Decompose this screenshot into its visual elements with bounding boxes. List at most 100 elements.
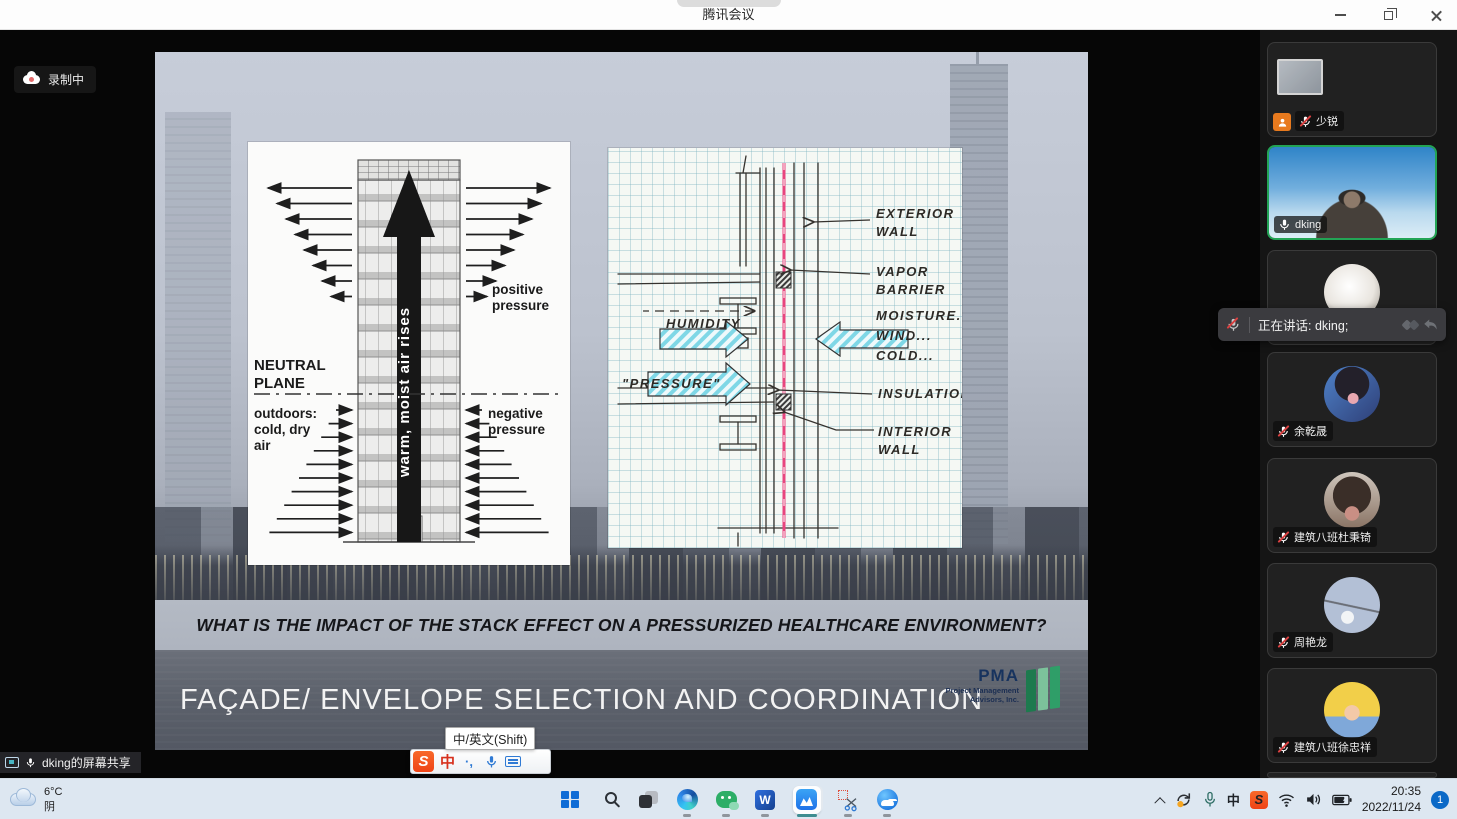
participant-tile-xuzhongxiang[interactable]: 建筑八班徐忠祥 bbox=[1267, 668, 1437, 763]
participant-name: 建筑八班徐忠祥 bbox=[1294, 739, 1371, 755]
windows-logo-icon bbox=[561, 791, 579, 809]
pma-line2: Advisors, Inc. bbox=[946, 695, 1019, 704]
speaking-toast: 正在讲话: dking; bbox=[1218, 308, 1446, 341]
avatar bbox=[1324, 682, 1380, 738]
tencent-meeting-icon bbox=[796, 789, 817, 810]
pressure-arrows bbox=[648, 321, 908, 405]
outdoors-label: air bbox=[254, 438, 271, 453]
pma-logo-bars bbox=[1026, 666, 1060, 713]
word-icon: W bbox=[755, 790, 775, 810]
browser-icon bbox=[877, 789, 898, 810]
start-button[interactable] bbox=[557, 781, 584, 819]
close-button[interactable] bbox=[1423, 4, 1449, 26]
wifi-icon[interactable] bbox=[1278, 793, 1295, 807]
battery-icon[interactable] bbox=[1332, 794, 1352, 806]
neutral-plane-label: NEUTRAL bbox=[254, 357, 326, 374]
mic-muted-icon bbox=[1277, 531, 1290, 544]
participant-video bbox=[1268, 43, 1436, 136]
participant-tile-zhouyanlong[interactable]: 周艳龙 bbox=[1267, 563, 1437, 658]
pressure-label: "PRESSURE" bbox=[622, 376, 721, 391]
outdoors-label: outdoors: bbox=[254, 406, 317, 421]
avatar bbox=[1324, 472, 1380, 528]
share-banner-text: dking的屏幕共享 bbox=[42, 754, 131, 771]
ime-tooltip: 中/英文(Shift) bbox=[445, 727, 535, 750]
insulation-label: INSULATION bbox=[878, 386, 962, 401]
humidity-label: HUMIDITY bbox=[666, 316, 741, 331]
pma-logo: PMA Project Management Advisors, Inc. bbox=[946, 666, 1060, 710]
taskbar-app-wechat[interactable] bbox=[713, 781, 740, 819]
search-icon bbox=[605, 792, 617, 804]
skyscraper-silhouette bbox=[165, 112, 231, 542]
taskbar-app-tencent-meeting[interactable] bbox=[791, 781, 823, 819]
soft-keyboard-button[interactable] bbox=[505, 753, 521, 771]
screen-share-icon bbox=[5, 757, 19, 768]
window-title: 腾讯会议 bbox=[0, 0, 1457, 30]
ime-indicator-tray[interactable]: 中 bbox=[1227, 790, 1240, 809]
neutral-plane-label: PLANE bbox=[254, 375, 305, 392]
microphone-tray-icon[interactable] bbox=[1203, 791, 1217, 808]
outward-arrows-right bbox=[466, 188, 550, 297]
avatar bbox=[1324, 366, 1380, 422]
recording-badge[interactable]: 录制中 bbox=[14, 66, 96, 93]
slide-title: FAÇADE/ ENVELOPE SELECTION AND COORDINAT… bbox=[180, 684, 983, 717]
wechat-icon bbox=[716, 791, 737, 808]
mic-icon bbox=[25, 757, 36, 768]
tray-time: 20:35 bbox=[1362, 784, 1421, 800]
moisture-label: MOISTURE... bbox=[876, 308, 962, 323]
taskbar-app-browser[interactable] bbox=[874, 781, 901, 819]
cold-label: COLD... bbox=[876, 348, 934, 363]
shared-slide: warm, moist air rises positive pressure … bbox=[155, 52, 1088, 750]
taskbar-app-word[interactable]: W bbox=[752, 781, 779, 819]
screen-share-area: 录制中 bbox=[0, 30, 1457, 778]
participant-name: 少锐 bbox=[1316, 113, 1338, 129]
weather-temp: 6°C bbox=[44, 785, 62, 799]
ime-toolbar: S 中 ·, bbox=[410, 749, 551, 774]
taskbar-weather-widget[interactable]: 6°C 阴 bbox=[10, 779, 62, 819]
taskbar-app-snip[interactable] bbox=[835, 781, 862, 819]
title-bar: 腾讯会议 bbox=[0, 0, 1457, 30]
search-button[interactable] bbox=[596, 781, 623, 819]
voice-input-button[interactable] bbox=[483, 753, 499, 771]
taskbar-app-edge[interactable] bbox=[674, 781, 701, 819]
task-view-icon bbox=[639, 791, 658, 808]
minimize-icon bbox=[1335, 14, 1346, 16]
sogou-logo-icon[interactable]: S bbox=[413, 751, 434, 772]
participants-sidebar: 少锐 dking 余乾晟 bbox=[1260, 30, 1457, 778]
chevron-up-icon bbox=[1154, 797, 1165, 808]
exterior-wall-label: EXTERIOR bbox=[876, 206, 954, 221]
ime-mode-button[interactable]: 中 bbox=[440, 751, 455, 772]
sogou-tray-icon[interactable]: S bbox=[1250, 791, 1268, 809]
outward-arrows-left bbox=[268, 188, 352, 297]
mic-on-icon bbox=[1278, 218, 1291, 231]
participant-name: 建筑八班杜秉锜 bbox=[1294, 529, 1371, 545]
negative-pressure-label: negative bbox=[488, 406, 543, 421]
punctuation-button[interactable]: ·, bbox=[461, 753, 477, 771]
mic-muted-icon bbox=[1277, 636, 1290, 649]
restore-button[interactable] bbox=[1375, 4, 1401, 26]
vapor-barrier-label: BARRIER bbox=[876, 282, 946, 297]
mic-muted-icon bbox=[1299, 115, 1312, 128]
participant-tile-shaorui[interactable]: 少锐 bbox=[1267, 42, 1437, 137]
task-view-button[interactable] bbox=[635, 781, 662, 819]
ime-toolbox-button[interactable] bbox=[527, 753, 543, 771]
reply-arrow-icon[interactable] bbox=[1423, 318, 1438, 331]
notification-badge[interactable]: 1 bbox=[1431, 791, 1449, 809]
vapor-barrier-label: VAPOR bbox=[876, 264, 929, 279]
tray-overflow-button[interactable] bbox=[1156, 796, 1164, 804]
avatar bbox=[1324, 577, 1380, 633]
outdoors-label: cold, dry bbox=[254, 422, 311, 437]
minimize-button[interactable] bbox=[1327, 4, 1353, 26]
clock[interactable]: 20:35 2022/11/24 bbox=[1362, 784, 1421, 815]
participant-tile-dking[interactable]: dking bbox=[1267, 145, 1437, 240]
stack-effect-diagram: warm, moist air rises positive pressure … bbox=[248, 142, 570, 565]
recording-label: 录制中 bbox=[48, 71, 84, 88]
speaker-icon[interactable] bbox=[1305, 792, 1322, 807]
participant-tile-dubingqi[interactable]: 建筑八班杜秉锜 bbox=[1267, 458, 1437, 553]
close-icon bbox=[1431, 10, 1442, 21]
wall-section-sketch: EXTERIOR WALL VAPOR BARRIER MOISTURE... … bbox=[608, 148, 962, 548]
weather-cloud-icon bbox=[10, 793, 36, 806]
mic-muted-icon bbox=[1277, 741, 1290, 754]
participant-tile-yuqiansheng[interactable]: 余乾晟 bbox=[1267, 352, 1437, 447]
edge-icon bbox=[677, 789, 698, 810]
sync-tray-icon[interactable] bbox=[1174, 791, 1193, 808]
